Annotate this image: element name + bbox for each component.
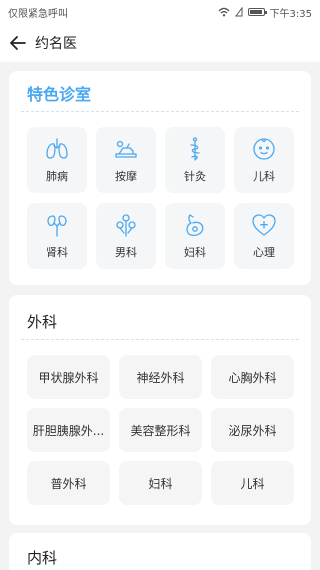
clinic-label: 妇科 <box>184 246 206 259</box>
clinic-label: 男科 <box>115 246 137 259</box>
page-title: 约名医 <box>35 36 77 52</box>
massage-icon <box>115 140 137 158</box>
special-clinic-card: 特色诊室 肺病 按摩 针灸 儿科 肾科 男科 妇科 心理 <box>9 71 311 285</box>
clinic-item-massage[interactable]: 按摩 <box>96 127 156 193</box>
clinic-item-andrology[interactable]: 男科 <box>96 203 156 269</box>
surgery-dept-grid: 甲状腺外科 神经外科 心胸外科 肝胆胰腺外... 美容整形科 泌尿外科 普外科 … <box>27 355 294 505</box>
clinic-label: 儿科 <box>253 170 275 183</box>
baby-icon <box>253 138 275 160</box>
arrow-left-icon <box>10 36 26 50</box>
status-icons: 下午3:35 <box>218 5 312 20</box>
dept-button[interactable]: 儿科 <box>211 461 294 505</box>
clock: 下午3:35 <box>269 8 312 20</box>
carrier-text: 仅限紧急呼叫 <box>8 8 68 20</box>
pregnancy-icon <box>186 214 204 237</box>
clinic-label: 按摩 <box>115 170 137 183</box>
clinic-label: 心理 <box>253 246 275 259</box>
back-button[interactable] <box>8 33 28 53</box>
surgery-title: 外科 <box>27 313 58 331</box>
dept-button[interactable]: 神经外科 <box>119 355 202 399</box>
dept-button[interactable]: 普外科 <box>27 461 110 505</box>
dept-button[interactable]: 心胸外科 <box>211 355 294 399</box>
dept-button[interactable]: 肝胆胰腺外... <box>27 408 110 452</box>
internal-title: 内科 <box>27 549 58 567</box>
clinic-item-lungs[interactable]: 肺病 <box>27 127 87 193</box>
dept-button[interactable]: 甲状腺外科 <box>27 355 110 399</box>
lungs-icon <box>46 138 68 159</box>
nav-bar: 约名医 <box>0 24 320 62</box>
clinic-item-psychology[interactable]: 心理 <box>234 203 294 269</box>
special-clinic-title: 特色诊室 <box>27 85 92 104</box>
clinic-item-acupuncture[interactable]: 针灸 <box>165 127 225 193</box>
clinic-item-pediatrics[interactable]: 儿科 <box>234 127 294 193</box>
no-signal-icon <box>234 7 243 17</box>
status-bar: 仅限紧急呼叫 下午3:35 <box>0 0 320 24</box>
acupuncture-icon <box>190 137 200 161</box>
internal-card: 内科 <box>9 533 311 570</box>
clinic-item-nephrology[interactable]: 肾科 <box>27 203 87 269</box>
divider <box>21 111 299 112</box>
battery-icon <box>247 8 267 16</box>
wifi-icon <box>218 7 229 17</box>
special-clinic-grid: 肺病 按摩 针灸 儿科 肾科 男科 妇科 心理 <box>27 127 294 269</box>
dept-button[interactable]: 美容整形科 <box>119 408 202 452</box>
heart-icon <box>252 214 276 236</box>
clinic-label: 肺病 <box>46 170 68 183</box>
surgery-card: 外科 甲状腺外科 神经外科 心胸外科 肝胆胰腺外... 美容整形科 泌尿外科 普… <box>9 295 311 525</box>
kidney-icon <box>47 215 67 237</box>
clinic-label: 肾科 <box>46 246 68 259</box>
dept-button[interactable]: 妇科 <box>119 461 202 505</box>
dept-button[interactable]: 泌尿外科 <box>211 408 294 452</box>
clinic-label: 针灸 <box>184 170 206 183</box>
male-icon <box>116 214 136 237</box>
clinic-item-gynecology[interactable]: 妇科 <box>165 203 225 269</box>
divider <box>21 339 299 340</box>
